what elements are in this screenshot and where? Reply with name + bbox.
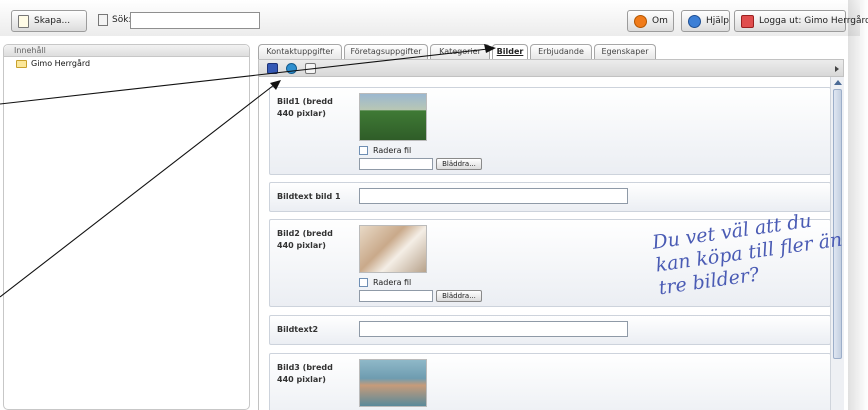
image1-thumbnail (359, 93, 427, 141)
image3-thumbnail (359, 359, 427, 407)
image2-delete-label: Radera fil (373, 278, 412, 287)
image1-row: Bild1 (bredd 440 pixlar) Radera fil Bläd… (269, 87, 831, 175)
editor-toolbar (258, 59, 844, 77)
preview-icon[interactable] (305, 63, 316, 74)
tab-foretagsuppgifter[interactable]: Företagsuppgifter (344, 44, 428, 59)
tab-egenskaper[interactable]: Egenskaper (594, 44, 656, 59)
caption2-row: Bildtext2 (269, 315, 831, 345)
scroll-up-icon[interactable] (834, 80, 842, 85)
page-edge-shadow (848, 0, 868, 410)
image2-browse-button[interactable]: Bläddra... (436, 290, 482, 302)
info-icon (634, 14, 647, 28)
image1-delete-option: Radera fil (359, 146, 411, 155)
folder-icon (16, 59, 27, 68)
image2-delete-option: Radera fil (359, 278, 411, 287)
refresh-icon[interactable] (286, 63, 297, 74)
toolbar-expand-icon[interactable] (835, 66, 839, 72)
image1-delete-checkbox[interactable] (359, 146, 368, 155)
caption1-input[interactable] (359, 188, 628, 204)
tab-kategorier[interactable]: Kategorier (430, 44, 490, 59)
content-tree-panel: Innehåll Gimo Herrgård (3, 44, 250, 410)
create-button-label: Skapa... (34, 16, 71, 26)
image2-file-input[interactable] (359, 290, 433, 302)
image2-delete-checkbox[interactable] (359, 278, 368, 287)
create-button[interactable]: Skapa... (11, 10, 87, 32)
content-tree-title: Innehåll (4, 45, 249, 57)
image1-browse-button[interactable]: Bläddra... (436, 158, 482, 170)
logout-button[interactable]: Logga ut: Gimo Herrgård (734, 10, 868, 32)
image1-delete-label: Radera fil (373, 146, 412, 155)
tree-item-gimo-herrgard[interactable]: Gimo Herrgård (4, 57, 249, 68)
image3-label: Bild3 (bredd 440 pixlar) (277, 363, 333, 384)
search-document-icon (98, 14, 108, 26)
caption2-label: Bildtext2 (277, 325, 319, 334)
tab-bilder[interactable]: Bilder (492, 44, 528, 59)
help-icon (688, 14, 701, 28)
caption2-input[interactable] (359, 321, 628, 337)
about-button[interactable]: Om (627, 10, 674, 32)
new-document-icon (18, 14, 29, 28)
tab-erbjudande[interactable]: Erbjudande (530, 44, 592, 59)
image3-row: Bild3 (bredd 440 pixlar) (269, 353, 831, 410)
caption1-row: Bildtext bild 1 (269, 182, 831, 212)
help-button[interactable]: Hjälp (681, 10, 730, 32)
image1-file-input[interactable] (359, 158, 433, 170)
image2-thumbnail (359, 225, 427, 273)
caption1-label: Bildtext bild 1 (277, 192, 341, 201)
image2-label: Bild2 (bredd 440 pixlar) (277, 229, 333, 250)
screenshot-root: { "toolbar": { "create_label": "Skapa...… (0, 0, 868, 410)
image1-label: Bild1 (bredd 440 pixlar) (277, 97, 333, 118)
tab-kontaktuppgifter[interactable]: Kontaktuppgifter (258, 44, 342, 59)
top-toolbar: Skapa... Sök: Om Hjälp Logga ut: Gimo He… (0, 0, 868, 36)
search-input[interactable] (130, 12, 260, 29)
logout-icon (741, 14, 754, 28)
save-icon[interactable] (267, 63, 278, 74)
search-label: Sök: (98, 14, 131, 26)
